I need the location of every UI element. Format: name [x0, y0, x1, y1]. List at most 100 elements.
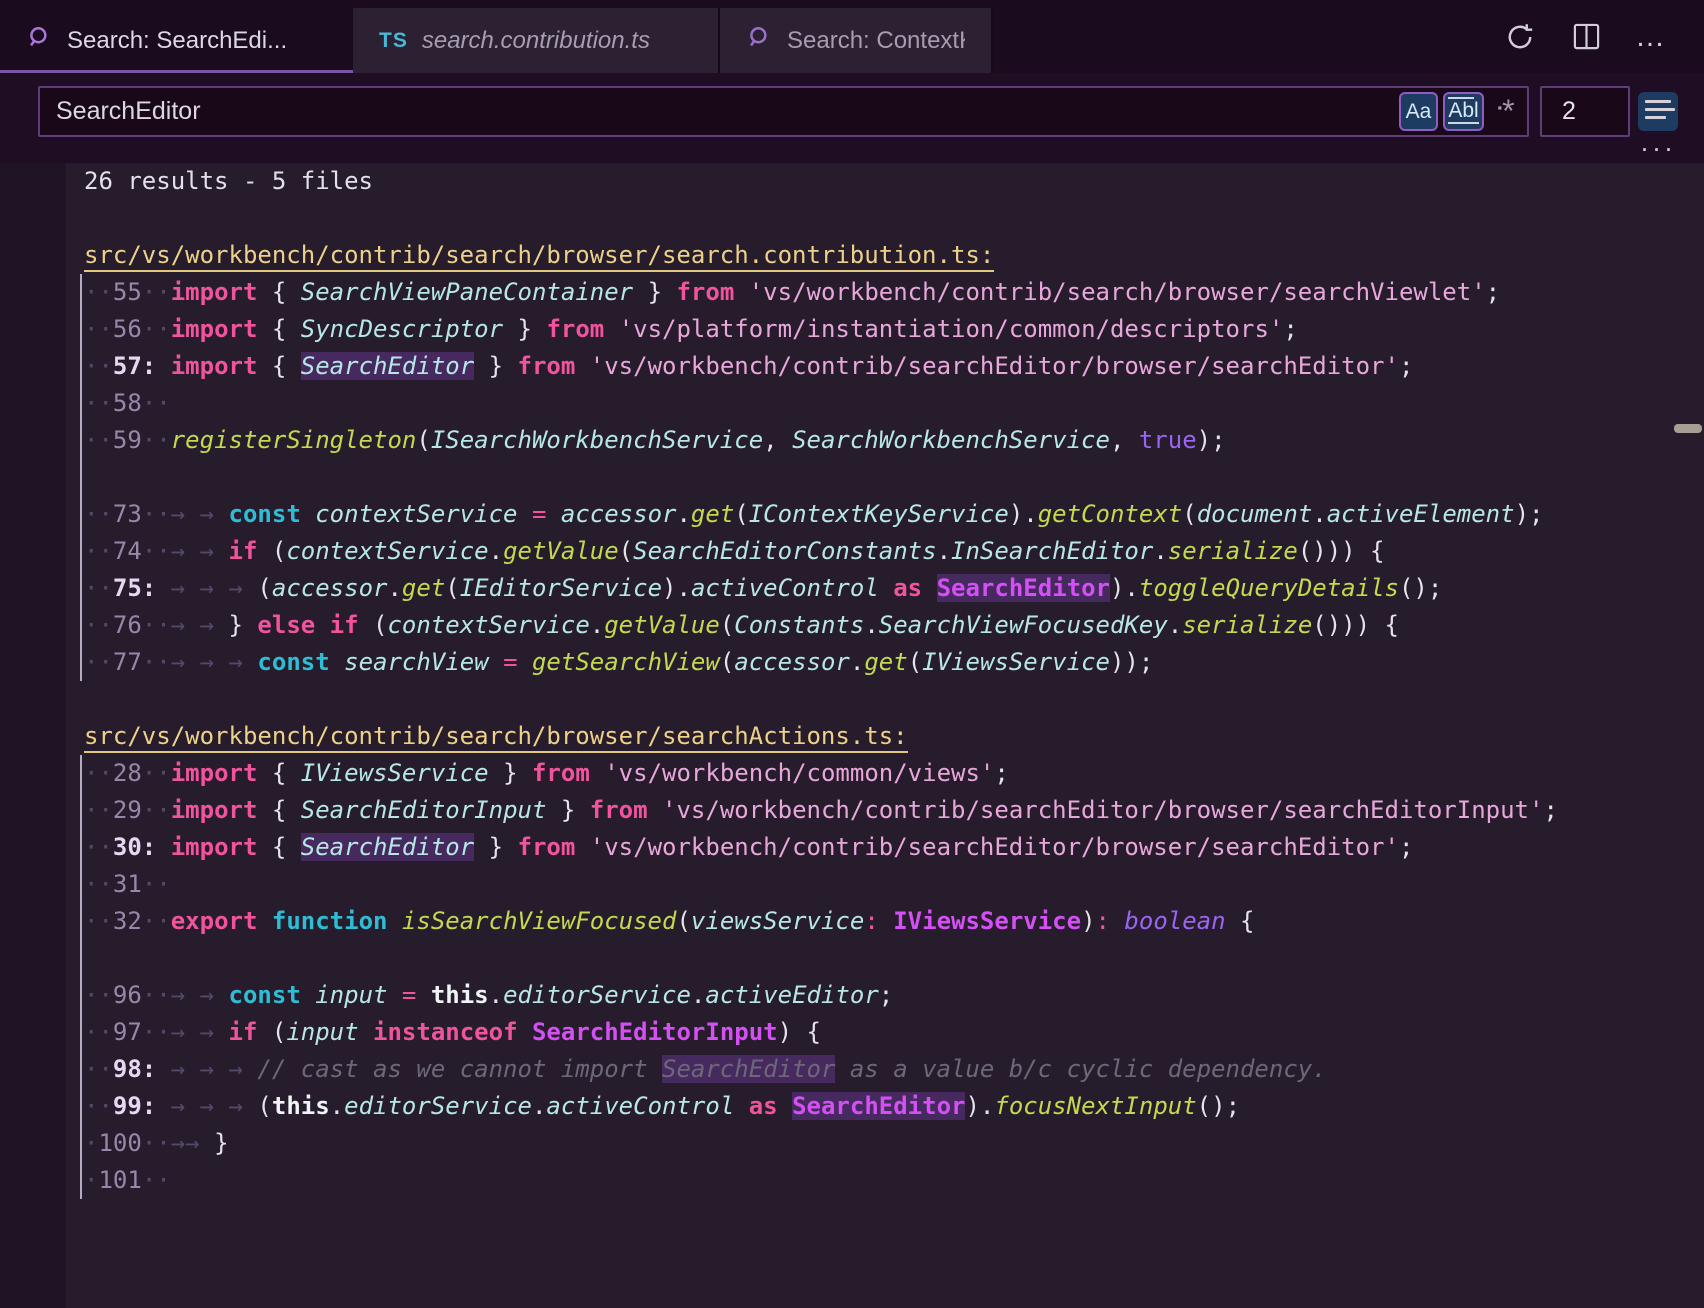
code-line[interactable]: ··74··→ → if (contextService.getValue(Se…: [82, 533, 1704, 570]
line-number: 76: [113, 611, 142, 639]
code-token: (: [676, 907, 690, 935]
file-path-link[interactable]: src/vs/workbench/contrib/search/browser/…: [84, 241, 994, 272]
code-line[interactable]: ··58··: [82, 385, 1704, 422]
code-token: contextService: [315, 500, 517, 528]
refresh-icon[interactable]: [1504, 21, 1536, 53]
code-line[interactable]: ··99: → → → (this.editorService.activeCo…: [82, 1088, 1704, 1125]
code-token: registerSingleton: [171, 426, 417, 454]
regex-toggle[interactable]: ▪*: [1489, 92, 1523, 131]
code-token: → →: [171, 537, 229, 565]
code-line[interactable]: ··75: → → → (accessor.get(IEditorService…: [82, 570, 1704, 607]
code-line[interactable]: ··57: import { SearchEditor } from 'vs/w…: [82, 348, 1704, 385]
code-token: }: [633, 278, 676, 306]
tab-search-searcheditor[interactable]: Search: SearchEdi...: [0, 8, 353, 73]
code-token: const: [229, 500, 301, 528]
code-line[interactable]: ··28··import { IViewsService } from 'vs/…: [82, 755, 1704, 792]
code-token: .: [590, 611, 604, 639]
code-line[interactable]: ··56··import { SyncDescriptor } from 'vs…: [82, 311, 1704, 348]
whitespace-dots: ··: [142, 759, 171, 787]
line-number: 28: [113, 759, 142, 787]
code-token: {: [257, 759, 300, 787]
code-token: ) {: [778, 1018, 821, 1046]
more-actions-icon[interactable]: …: [1636, 21, 1668, 53]
code-line[interactable]: ··76··→ → } else if (contextService.getV…: [82, 607, 1704, 644]
code-token: import: [171, 315, 258, 343]
whitespace-dots: ··: [142, 426, 171, 454]
code-token: [604, 315, 618, 343]
search-input[interactable]: [38, 86, 1529, 137]
code-token: 'vs/workbench/contrib/searchEditor/brows…: [590, 833, 1399, 861]
code-token: from: [590, 796, 648, 824]
code-token: input: [315, 981, 387, 1009]
code-line[interactable]: ··30: import { SearchEditor } from 'vs/w…: [82, 829, 1704, 866]
tab-search-contribution-ts[interactable]: TS search.contribution.ts: [353, 8, 720, 73]
code-token: (: [720, 611, 734, 639]
search-details-ellipsis[interactable]: ···: [1636, 133, 1680, 164]
code-token: (: [619, 537, 633, 565]
whole-word-icon: Abl: [1448, 100, 1478, 124]
line-number: 32: [113, 907, 142, 935]
code-token: SearchEditorInput: [301, 796, 547, 824]
code-token: {: [257, 796, 300, 824]
code-token: [778, 1092, 792, 1120]
whole-word-toggle[interactable]: Abl: [1443, 92, 1484, 131]
toggle-search-details-button[interactable]: [1638, 92, 1678, 131]
whitespace-dots: ··: [84, 537, 113, 565]
code-token: .: [489, 537, 503, 565]
code-line[interactable]: ··96··→ → const input = this.editorServi…: [82, 977, 1704, 1014]
code-token: searchView: [344, 648, 489, 676]
code-line[interactable]: ··55··import { SearchViewPaneContainer }…: [82, 274, 1704, 311]
code-token: IViewsService: [922, 648, 1110, 676]
line-number: 59: [113, 426, 142, 454]
code-token: (: [445, 574, 459, 602]
blank-row: [0, 681, 1704, 718]
code-token: }: [503, 315, 546, 343]
code-token: ,: [763, 426, 792, 454]
code-line[interactable]: ··98: → → → // cast as we cannot import …: [82, 1051, 1704, 1088]
code-token: serialize: [1168, 537, 1298, 565]
code-token: [518, 1018, 532, 1046]
code-token: as: [749, 1092, 778, 1120]
code-token: [257, 907, 271, 935]
code-line[interactable]: ··97··→ → if (input instanceof SearchEdi…: [82, 1014, 1704, 1051]
code-token: SearchViewFocusedKey: [879, 611, 1168, 639]
code-token: [734, 1092, 748, 1120]
search-icon: [26, 24, 53, 58]
code-token: {: [257, 315, 300, 343]
file-path-link[interactable]: src/vs/workbench/contrib/search/browser/…: [84, 722, 908, 753]
whitespace-dots: ··: [142, 315, 171, 343]
code-line[interactable]: ··77··→ → → const searchView = getSearch…: [82, 644, 1704, 681]
code-line[interactable]: ··29··import { SearchEditorInput } from …: [82, 792, 1704, 829]
code-token: ();: [1399, 574, 1442, 602]
code-token: getContext: [1038, 500, 1183, 528]
match-case-label: Aa: [1406, 100, 1432, 124]
code-line[interactable]: ··73··→ → const contextService = accesso…: [82, 496, 1704, 533]
whitespace-dots: ··: [142, 1129, 171, 1157]
match-case-toggle[interactable]: Aa: [1399, 92, 1438, 131]
code-token: {: [257, 352, 300, 380]
code-line[interactable]: ·101··: [82, 1162, 1704, 1199]
code-token: ISearchWorkbenchService: [431, 426, 763, 454]
code-token: this: [431, 981, 489, 1009]
line-number: 75:: [113, 574, 156, 602]
code-token: [301, 500, 315, 528]
code-token: accessor: [272, 574, 388, 602]
code-line[interactable]: ··32··export function isSearchViewFocuse…: [82, 903, 1704, 940]
code-token: [590, 759, 604, 787]
context-lines-input[interactable]: [1540, 86, 1630, 137]
code-line[interactable]: ·100··→→ }: [82, 1125, 1704, 1162]
code-line[interactable]: ··59··registerSingleton(ISearchWorkbench…: [82, 422, 1704, 459]
code-token: instanceof: [373, 1018, 518, 1046]
code-token: from: [518, 833, 576, 861]
whitespace-dots: ··: [84, 759, 113, 787]
tab-search-contextkey[interactable]: Search: ContextKey: [720, 8, 993, 73]
code-token: .: [864, 611, 878, 639]
whitespace-dots: ·: [84, 1129, 98, 1157]
whitespace-dots: ·: [84, 1166, 98, 1194]
split-editor-icon[interactable]: [1570, 21, 1602, 53]
blank-row: [82, 940, 1704, 977]
code-line[interactable]: ··31··: [82, 866, 1704, 903]
code-token: (: [720, 648, 734, 676]
overview-ruler-handle[interactable]: [1674, 424, 1702, 433]
whitespace-dots: ··: [84, 315, 113, 343]
